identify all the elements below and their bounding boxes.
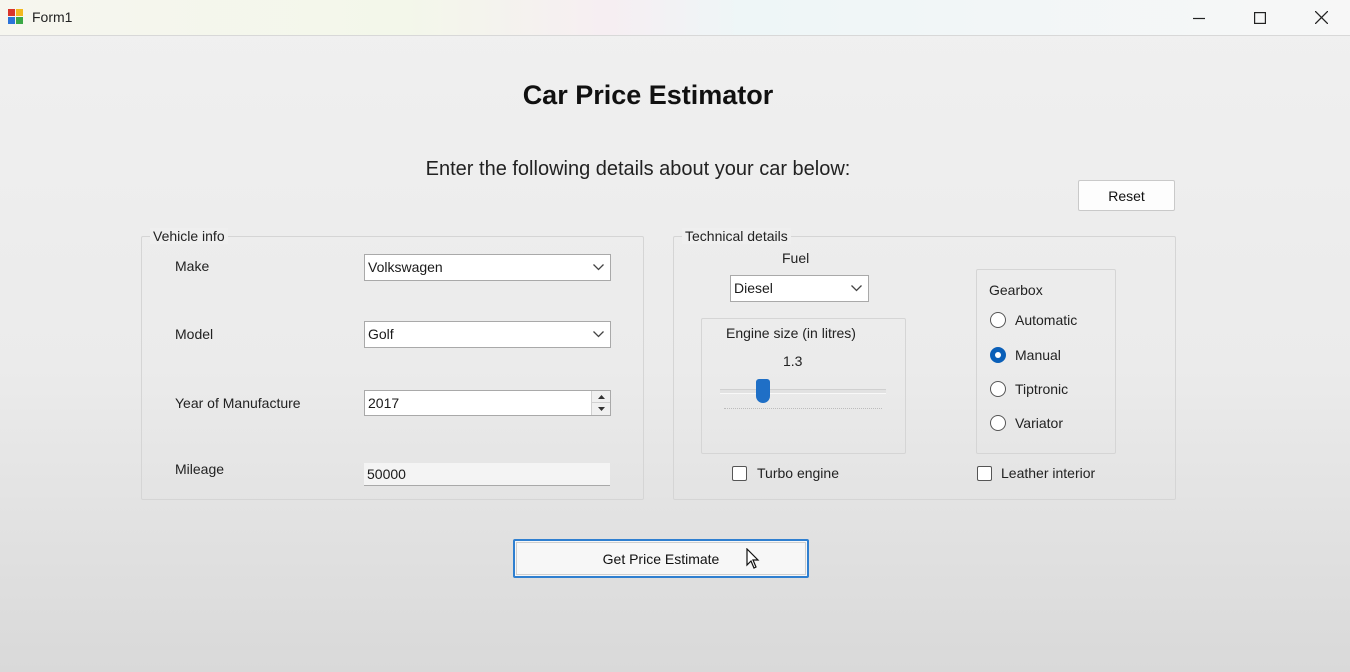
engine-size-slider-track[interactable] xyxy=(720,389,886,394)
model-value: Golf xyxy=(368,326,394,342)
radio-variator[interactable] xyxy=(990,415,1006,431)
engine-size-value: 1.3 xyxy=(783,353,803,369)
radio-automatic[interactable] xyxy=(990,312,1006,328)
title-bar: Form1 xyxy=(0,0,1350,36)
close-icon xyxy=(1314,11,1328,24)
leather-interior-checkbox[interactable] xyxy=(977,466,992,481)
chevron-down-icon xyxy=(851,285,862,292)
year-value: 2017 xyxy=(368,395,400,411)
turbo-engine-checkbox[interactable] xyxy=(732,466,747,481)
year-label: Year of Manufacture xyxy=(175,395,301,411)
leather-interior-label: Leather interior xyxy=(1001,465,1096,481)
model-dropdown[interactable]: Golf xyxy=(364,321,611,348)
page-title: Car Price Estimator xyxy=(522,80,774,110)
make-label: Make xyxy=(175,258,210,274)
make-value: Volkswagen xyxy=(368,259,443,275)
engine-size-slider-ticks xyxy=(724,408,882,412)
instructions-text: Enter the following details about your c… xyxy=(425,158,851,180)
window-title: Form1 xyxy=(32,9,73,25)
radio-manual[interactable] xyxy=(990,347,1006,363)
minimize-button[interactable] xyxy=(1176,0,1222,35)
fuel-label: Fuel xyxy=(782,250,810,266)
chevron-down-icon xyxy=(593,331,604,338)
radio-variator-label: Variator xyxy=(1015,415,1063,431)
year-spinner[interactable] xyxy=(591,391,610,415)
maximize-button[interactable] xyxy=(1237,0,1283,35)
radio-tiptronic-label: Tiptronic xyxy=(1015,381,1069,397)
close-button[interactable] xyxy=(1298,0,1344,35)
minimize-icon xyxy=(1193,17,1205,19)
model-label: Model xyxy=(175,326,214,342)
make-dropdown[interactable]: Volkswagen xyxy=(364,254,611,281)
mileage-label: Mileage xyxy=(175,461,225,477)
engine-size-slider-thumb[interactable] xyxy=(756,379,771,403)
fuel-dropdown[interactable]: Diesel xyxy=(730,275,869,302)
engine-size-label: Engine size (in litres) xyxy=(726,325,856,341)
get-price-estimate-label: Get Price Estimate xyxy=(602,550,720,567)
year-numeric-input[interactable]: 2017 xyxy=(364,390,611,416)
radio-tiptronic[interactable] xyxy=(990,381,1006,397)
spin-up-icon[interactable] xyxy=(592,391,610,403)
radio-manual-label: Manual xyxy=(1015,347,1061,363)
vehicle-info-group-label: Vehicle info xyxy=(150,228,228,244)
radio-automatic-label: Automatic xyxy=(1015,312,1078,328)
fuel-value: Diesel xyxy=(734,280,773,296)
chevron-down-icon xyxy=(593,264,604,271)
gearbox-label: Gearbox xyxy=(989,282,1043,298)
form-app-icon xyxy=(8,9,24,25)
turbo-engine-label: Turbo engine xyxy=(757,465,839,481)
spin-down-icon[interactable] xyxy=(592,403,610,415)
reset-button[interactable]: Reset xyxy=(1078,180,1175,211)
get-price-estimate-button[interactable]: Get Price Estimate xyxy=(513,539,809,578)
maximize-icon xyxy=(1254,11,1266,24)
technical-details-group-label: Technical details xyxy=(682,228,791,244)
mileage-input[interactable]: 50000 xyxy=(364,462,610,486)
mouse-pointer-icon xyxy=(746,548,760,569)
